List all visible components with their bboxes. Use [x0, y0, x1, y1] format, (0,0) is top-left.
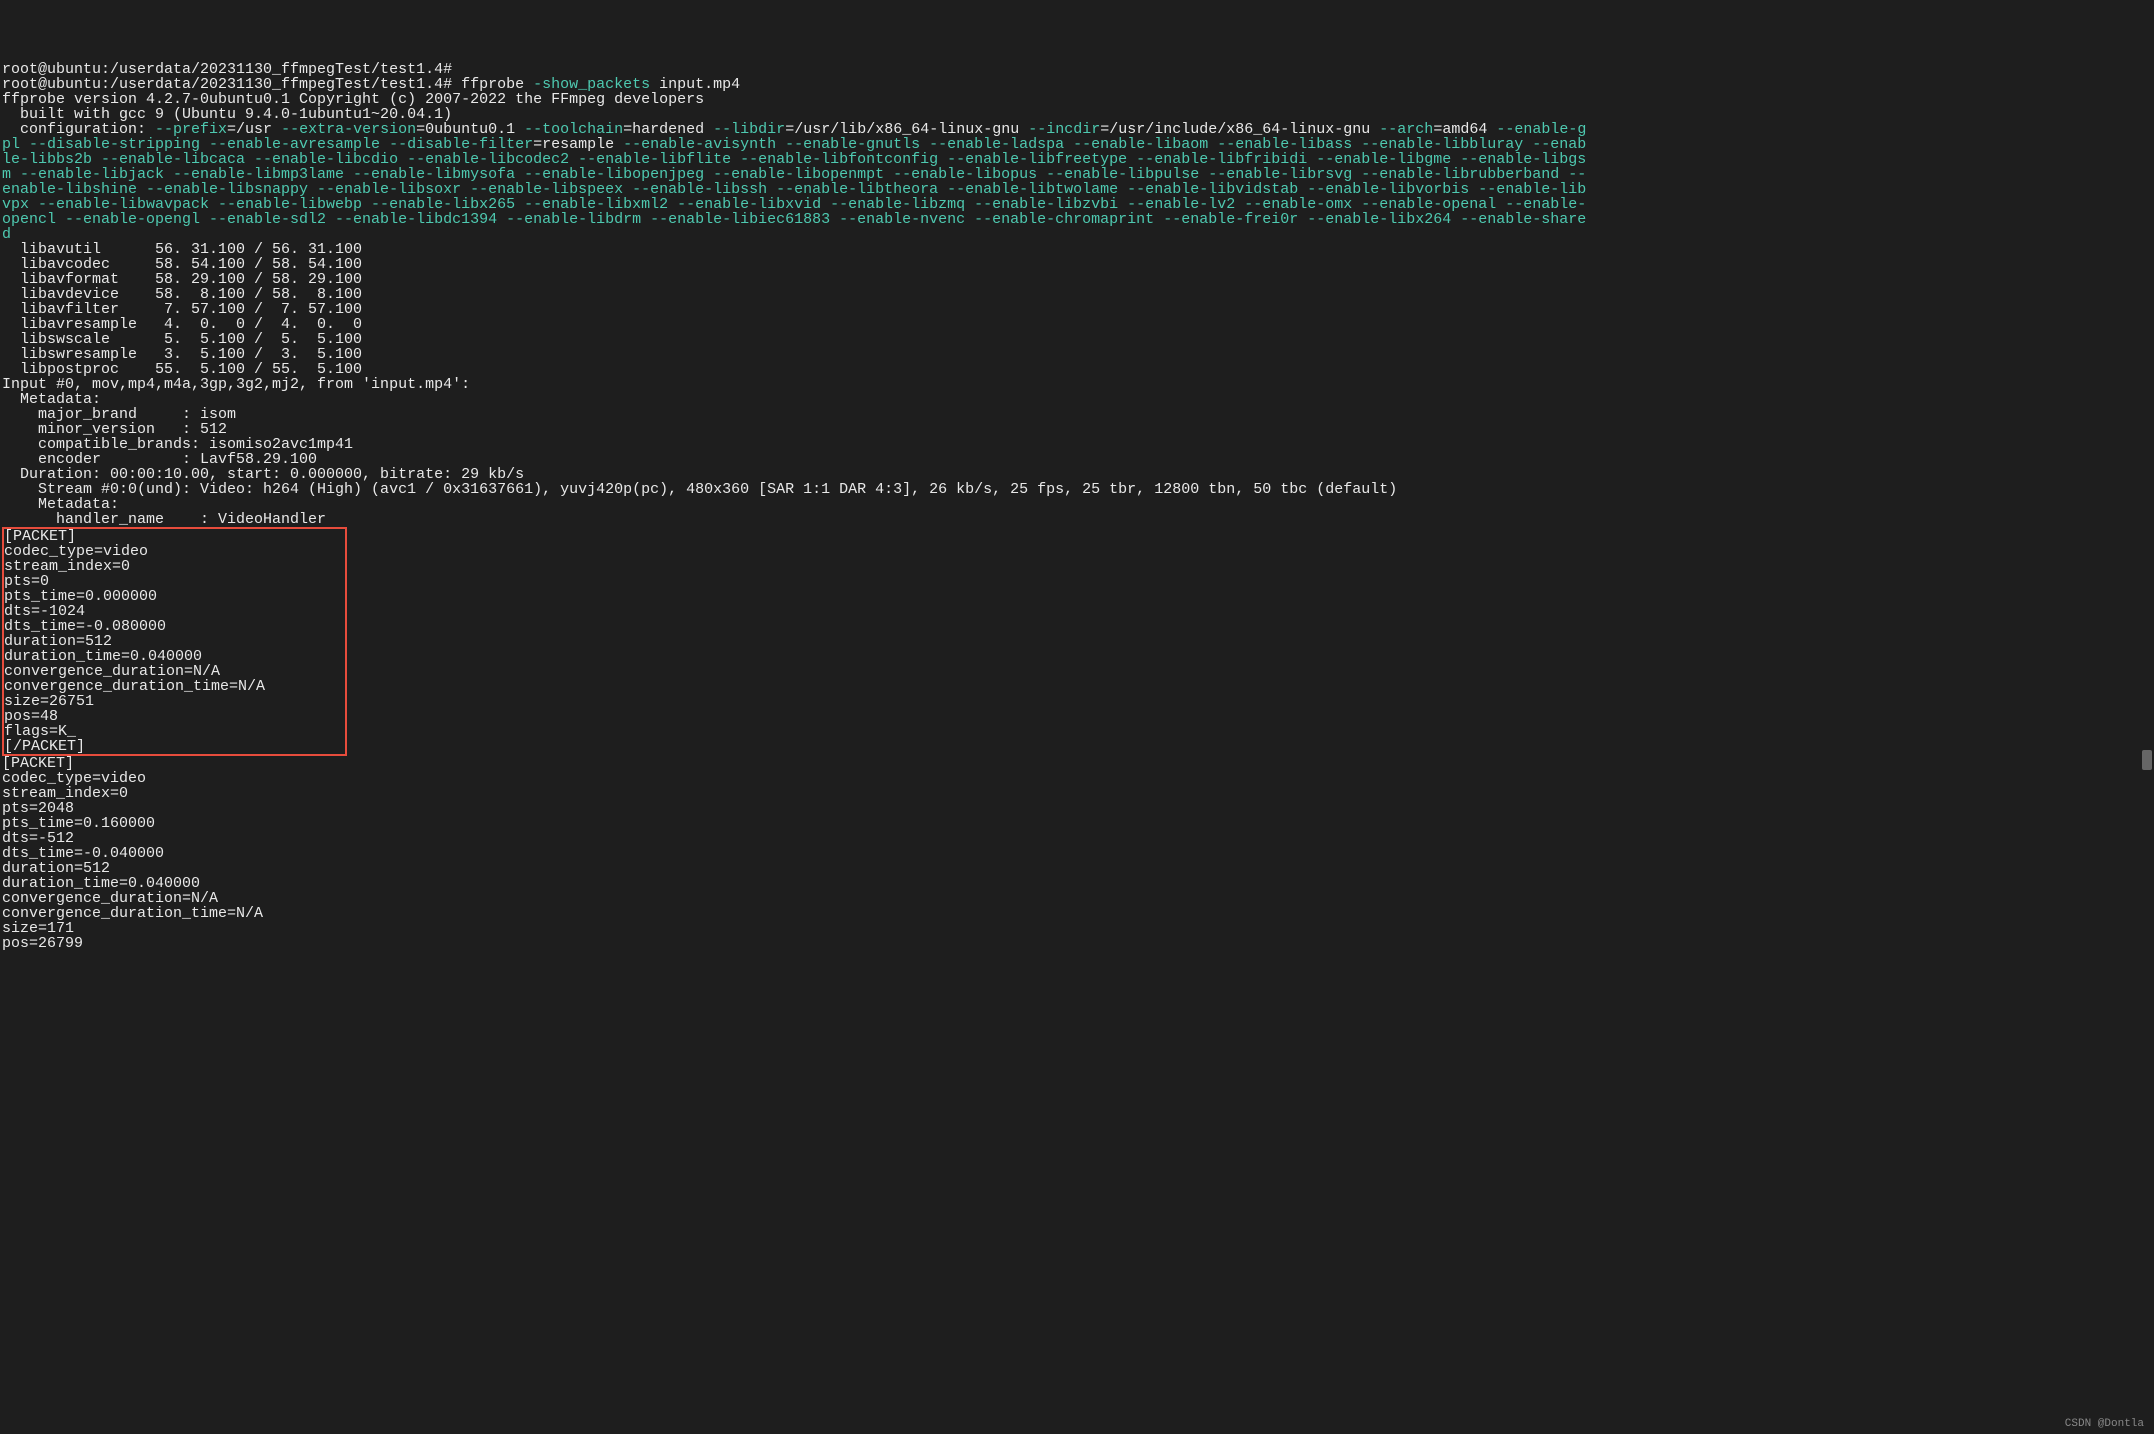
lib-version-line: libavresample 4. 0. 0 / 4. 0. 0 — [2, 317, 2152, 332]
packet-line: pts_time=0.160000 — [2, 816, 2152, 831]
packet-line: dts_time=-0.040000 — [2, 846, 2152, 861]
ffprobe-configuration: configuration: --prefix=/usr --extra-ver… — [2, 122, 2152, 242]
input-metadata-line: major_brand : isom — [2, 407, 2152, 422]
lib-version-line: libavdevice 58. 8.100 / 58. 8.100 — [2, 287, 2152, 302]
packet-line: dts=-512 — [2, 831, 2152, 846]
packet-line: size=26751 — [4, 694, 265, 709]
scrollbar-thumb[interactable] — [2142, 750, 2152, 770]
packet-line: duration_time=0.040000 — [4, 649, 265, 664]
packet-line: pts=2048 — [2, 801, 2152, 816]
lib-version-line: libavfilter 7. 57.100 / 7. 57.100 — [2, 302, 2152, 317]
packet-line: stream_index=0 — [4, 559, 265, 574]
packet-line: convergence_duration=N/A — [4, 664, 265, 679]
packet-line: size=171 — [2, 921, 2152, 936]
packet-line: dts_time=-0.080000 — [4, 619, 265, 634]
input-metadata-line: minor_version : 512 — [2, 422, 2152, 437]
lib-version-line: libswresample 3. 5.100 / 3. 5.100 — [2, 347, 2152, 362]
input-metadata-line: Input #0, mov,mp4,m4a,3gp,3g2,mj2, from … — [2, 377, 2152, 392]
lib-version-line: libavformat 58. 29.100 / 58. 29.100 — [2, 272, 2152, 287]
watermark: CSDN @Dontla — [2065, 1419, 2144, 1430]
packet-line: convergence_duration=N/A — [2, 891, 2152, 906]
highlighted-packet-box: [PACKET]codec_type=videostream_index=0pt… — [2, 527, 347, 756]
input-metadata-line: Stream #0:0(und): Video: h264 (High) (av… — [2, 482, 2152, 497]
packet-line: dts=-1024 — [4, 604, 265, 619]
packet-line: duration=512 — [4, 634, 265, 649]
packet-line: [PACKET] — [2, 756, 2152, 771]
lib-version-line: libswscale 5. 5.100 / 5. 5.100 — [2, 332, 2152, 347]
packet-line: codec_type=video — [4, 544, 265, 559]
packet-line: stream_index=0 — [2, 786, 2152, 801]
ffprobe-header-line: ffprobe version 4.2.7-0ubuntu0.1 Copyrig… — [2, 92, 2152, 107]
input-metadata-line: handler_name : VideoHandler — [2, 512, 2152, 527]
packet-line: convergence_duration_time=N/A — [4, 679, 265, 694]
packet-line: pts_time=0.000000 — [4, 589, 265, 604]
lib-version-line: libavutil 56. 31.100 / 56. 31.100 — [2, 242, 2152, 257]
packet-line: convergence_duration_time=N/A — [2, 906, 2152, 921]
prompt-line: root@ubuntu:/userdata/20231130_ffmpegTes… — [2, 62, 2152, 77]
ffprobe-header-line: built with gcc 9 (Ubuntu 9.4.0-1ubuntu1~… — [2, 107, 2152, 122]
input-metadata-line: encoder : Lavf58.29.100 — [2, 452, 2152, 467]
packet-line: pts=0 — [4, 574, 265, 589]
lib-version-line: libpostproc 55. 5.100 / 55. 5.100 — [2, 362, 2152, 377]
packet-line: flags=K_ — [4, 724, 265, 739]
command-line: root@ubuntu:/userdata/20231130_ffmpegTes… — [2, 77, 2152, 92]
input-metadata-line: Duration: 00:00:10.00, start: 0.000000, … — [2, 467, 2152, 482]
input-metadata-line: Metadata: — [2, 392, 2152, 407]
packet-line: pos=48 — [4, 709, 265, 724]
input-metadata-line: Metadata: — [2, 497, 2152, 512]
packet-line: [PACKET] — [4, 529, 265, 544]
packet-line: [/PACKET] — [4, 739, 265, 754]
packet-line: duration_time=0.040000 — [2, 876, 2152, 891]
packet-line: pos=26799 — [2, 936, 2152, 951]
input-metadata-line: compatible_brands: isomiso2avc1mp41 — [2, 437, 2152, 452]
packet-line: duration=512 — [2, 861, 2152, 876]
terminal-output: root@ubuntu:/userdata/20231130_ffmpegTes… — [2, 62, 2152, 951]
lib-version-line: libavcodec 58. 54.100 / 58. 54.100 — [2, 257, 2152, 272]
packet-line: codec_type=video — [2, 771, 2152, 786]
